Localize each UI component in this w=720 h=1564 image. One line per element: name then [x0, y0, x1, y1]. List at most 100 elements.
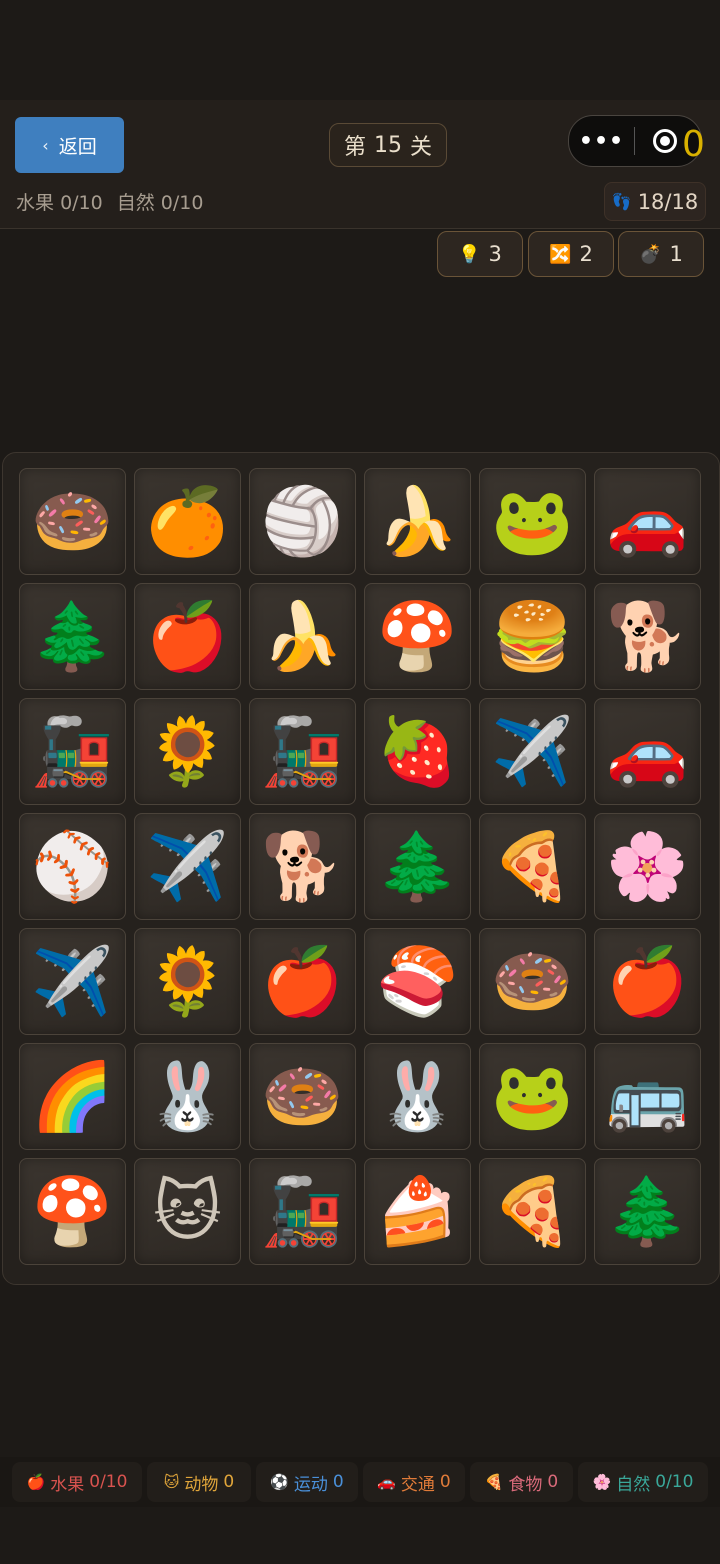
more-menu-button[interactable]: •••	[569, 129, 634, 154]
game-board: 🍩 🍊 🏐 🍌 🐸 🚗 🌲 🍎 🍌 🍄 🍔 🐕 🚂 🌻 🚂 🍓 ✈️ 🚗 ⚾ ✈️ 🐕 🌲 🍕 🌸 ✈️ 🌻 🍎 🍣 🍩 🍎 🌈 🐰 🍩 🐰 🐸 🚌 🍄…	[2, 452, 720, 1285]
bomb-button[interactable]: 💣 1	[618, 231, 704, 277]
board-tile[interactable]: 🐸	[479, 468, 586, 575]
train-icon: 🚂	[31, 712, 114, 790]
category-value: 0/10	[89, 1472, 128, 1492]
board-tile[interactable]: ⚾	[19, 813, 126, 920]
board-tile[interactable]: 🚗	[594, 698, 701, 805]
board-tile[interactable]: ✈️	[19, 928, 126, 1035]
board-tile[interactable]: 🍎	[249, 928, 356, 1035]
hint-button[interactable]: 💡 3	[437, 231, 523, 277]
board-tile[interactable]: 🚂	[249, 1158, 356, 1265]
board-tile[interactable]: 🍩	[249, 1043, 356, 1150]
board-tile[interactable]: 🍄	[19, 1158, 126, 1265]
board-tile[interactable]: 🍩	[19, 468, 126, 575]
pizza-icon: 🍕	[491, 827, 574, 905]
board-tile[interactable]: 🚗	[594, 468, 701, 575]
board-tile[interactable]: 🍎	[594, 928, 701, 1035]
category-food: 🍕 食物 0	[470, 1462, 573, 1502]
board-tile[interactable]: 🍊	[134, 468, 241, 575]
category-traffic: 🚗 交通 0	[363, 1462, 465, 1502]
board-tile[interactable]: 🐰	[364, 1043, 471, 1150]
cake-icon: 🍰	[376, 1172, 459, 1250]
board-tile[interactable]: 🐰	[134, 1043, 241, 1150]
blossom-icon: 🌸	[606, 827, 689, 905]
footprints-icon: 👣	[611, 192, 632, 211]
board-tile[interactable]: 🚂	[19, 698, 126, 805]
sunflower-icon: 🌻	[146, 942, 229, 1020]
tree-icon: 🌲	[606, 1172, 689, 1250]
car-icon: 🚗	[606, 482, 689, 560]
board-tile[interactable]: 🐱	[134, 1158, 241, 1265]
category-value: 0	[547, 1472, 559, 1492]
capsule-divider	[634, 127, 635, 155]
board-tile[interactable]: 🍔	[479, 583, 586, 690]
mushroom-icon: 🍄	[376, 597, 459, 675]
board-tile[interactable]: ✈️	[479, 698, 586, 805]
shuffle-icon: 🔀	[549, 243, 572, 265]
soccer-ball-icon: ⚽	[270, 1473, 289, 1491]
board-tile[interactable]: 🐕	[594, 583, 701, 690]
category-nature: 🌸 自然 0/10	[578, 1462, 708, 1502]
goal-progress: 水果 0/10 自然 0/10	[16, 188, 203, 215]
category-label: 水果	[50, 1474, 85, 1495]
board-tile[interactable]: 🍕	[479, 813, 586, 920]
goal-nature-label: 自然	[116, 192, 155, 214]
back-button[interactable]: ‹ 返回	[15, 117, 124, 173]
goal-fruit-value: 0/10	[60, 192, 103, 214]
category-sport: ⚽ 运动 0	[256, 1462, 358, 1502]
tree-icon: 🌲	[31, 597, 114, 675]
category-value: 0/10	[655, 1472, 694, 1492]
board-tile[interactable]: ✈️	[134, 813, 241, 920]
level-number: 15	[374, 132, 402, 158]
train-icon: 🚂	[261, 712, 344, 790]
frog-icon: 🐸	[491, 1057, 574, 1135]
category-label: 食物	[508, 1474, 543, 1495]
category-label: 交通	[400, 1474, 435, 1495]
board-tile[interactable]: 🌲	[594, 1158, 701, 1265]
frog-icon: 🐸	[491, 482, 574, 560]
sunflower-icon: 🌻	[146, 712, 229, 790]
car-icon: 🚗	[606, 712, 689, 790]
board-tile[interactable]: 🍰	[364, 1158, 471, 1265]
board-tile[interactable]: 🚂	[249, 698, 356, 805]
donut-icon: 🍩	[31, 482, 114, 560]
board-tile[interactable]: 🌲	[364, 813, 471, 920]
category-fruit: 🍎 水果 0/10	[12, 1462, 142, 1502]
board-tile[interactable]: 🌻	[134, 928, 241, 1035]
category-label: 自然	[616, 1474, 651, 1495]
bomb-count: 1	[669, 242, 683, 266]
pizza-icon: 🍕	[491, 1172, 574, 1250]
category-value: 0	[332, 1472, 344, 1492]
apple-icon: 🍎	[26, 1473, 46, 1491]
close-target-icon[interactable]	[653, 129, 677, 153]
board-tile[interactable]: 🍎	[134, 583, 241, 690]
board-tile[interactable]: 🍣	[364, 928, 471, 1035]
category-value: 0	[223, 1472, 235, 1492]
board-tile[interactable]: 🐕	[249, 813, 356, 920]
board-tile[interactable]: 🍩	[479, 928, 586, 1035]
board-tile[interactable]: 🌈	[19, 1043, 126, 1150]
board-tile[interactable]: 🌻	[134, 698, 241, 805]
level-prefix: 第	[343, 135, 366, 160]
board-tile[interactable]: 🏐	[249, 468, 356, 575]
board-tile[interactable]: 🍌	[364, 468, 471, 575]
board-tile[interactable]: 🍌	[249, 583, 356, 690]
board-tile[interactable]: 🐸	[479, 1043, 586, 1150]
shuffle-button[interactable]: 🔀 2	[528, 231, 614, 277]
board-tile[interactable]: 🌸	[594, 813, 701, 920]
airplane-icon: ✈️	[491, 712, 574, 790]
baseball-icon: ⚾	[31, 827, 114, 905]
donut-icon: 🍩	[491, 942, 574, 1020]
hint-count: 3	[488, 242, 502, 266]
chevron-left-icon: ‹	[42, 135, 49, 155]
board-tile[interactable]: 🍓	[364, 698, 471, 805]
lightbulb-icon: 💡	[458, 243, 481, 265]
goal-nature-value: 0/10	[160, 192, 204, 214]
board-tile[interactable]: 🍕	[479, 1158, 586, 1265]
board-tile[interactable]: 🚌	[594, 1043, 701, 1150]
volleyball-icon: 🏐	[261, 482, 344, 560]
bomb-icon: 💣	[639, 243, 662, 265]
board-tile[interactable]: 🍄	[364, 583, 471, 690]
board-tile[interactable]: 🌲	[19, 583, 126, 690]
donut-icon: 🍩	[261, 1057, 344, 1135]
